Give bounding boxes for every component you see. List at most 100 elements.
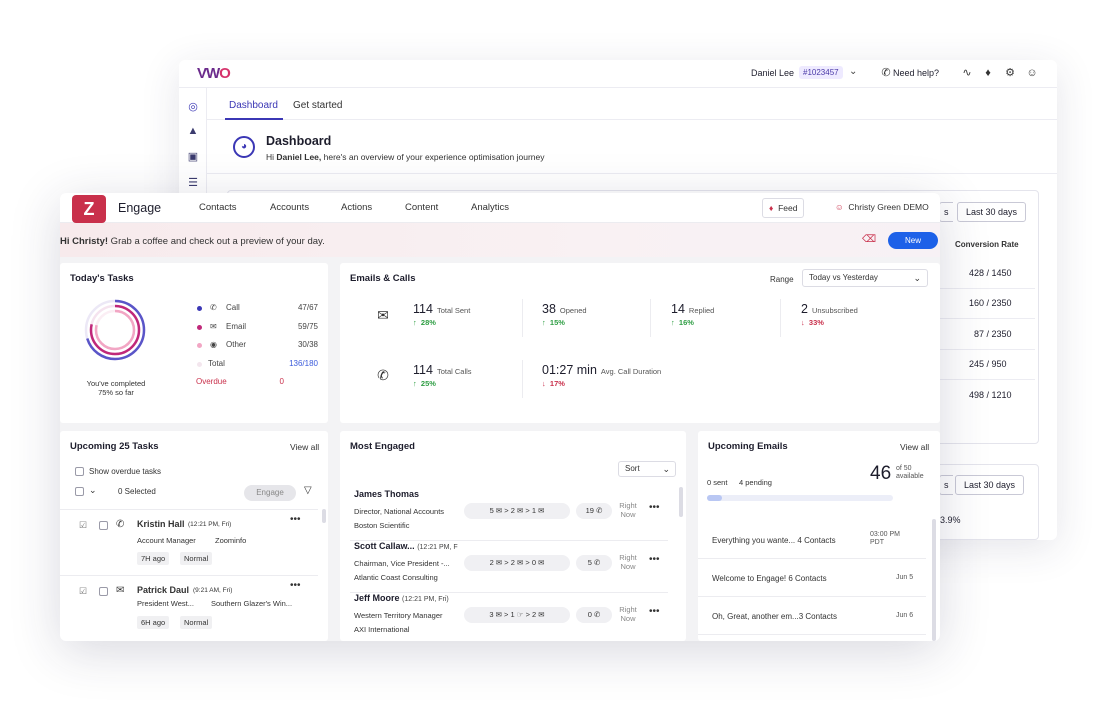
more-options-icon[interactable]: •••	[649, 554, 660, 565]
task-contact-role: President West...	[137, 599, 194, 608]
vwo-logo[interactable]: VWO	[197, 65, 231, 82]
engage-logo[interactable]: Z	[72, 195, 106, 223]
activity-icon[interactable]: ∿	[960, 66, 974, 80]
cursor-select-icon[interactable]: ▣	[186, 150, 200, 164]
email-subject[interactable]: Welcome to Engage! 6 Contacts	[712, 574, 827, 583]
tab-dashboard[interactable]: Dashboard	[229, 100, 278, 111]
clear-icon[interactable]: ⌫	[862, 234, 876, 245]
task-checkbox[interactable]	[99, 521, 108, 530]
new-button[interactable]: New	[888, 232, 938, 249]
task-type-value[interactable]: 136/180	[289, 359, 318, 368]
last-activity: Right Now	[619, 605, 637, 623]
available-emails-caption: of 50 available	[896, 465, 924, 480]
email-subject[interactable]: Oh, Great, another em...3 Contacts	[712, 612, 837, 621]
nav-contacts[interactable]: Contacts	[199, 202, 237, 213]
tab-get-started[interactable]: Get started	[293, 100, 342, 111]
task-type-email: ✉ Email 59/75	[194, 322, 318, 334]
scheduled-email-row[interactable]: Oh, Great, another em...3 Contacts Jun 6	[698, 597, 926, 635]
view-all-tasks-link[interactable]: View all	[290, 442, 319, 452]
more-options-icon[interactable]: •••	[290, 514, 301, 525]
contact-name[interactable]: Jeff Moore (12:21 PM, Fri)	[354, 593, 449, 603]
task-item[interactable]: ☑ ✆ Kristin Hall (12:21 PM, Fri) ••• Acc…	[60, 509, 318, 575]
sort-dropdown[interactable]: Sort ⌄	[618, 461, 676, 477]
show-overdue-checkbox[interactable]	[75, 467, 84, 476]
more-options-icon[interactable]: •••	[649, 502, 660, 513]
nav-content[interactable]: Content	[405, 202, 438, 213]
task-contact-role: Account Manager	[137, 536, 196, 545]
engaged-contact-row[interactable]: James Thomas Director, National Accounts…	[350, 489, 668, 541]
database-icon[interactable]: ☰	[186, 176, 200, 190]
nav-analytics[interactable]: Analytics	[471, 202, 509, 213]
task-item[interactable]: ☑ ✉ Patrick Daul (9:21 AM, Fri) ••• Pres…	[60, 575, 318, 641]
range-last-30-days[interactable]: Last 30 days	[955, 475, 1025, 495]
greeting-banner: Hi Christy! Grab a coffee and check out …	[60, 223, 940, 257]
range-last-30-days[interactable]: Last 30 days	[957, 202, 1027, 222]
nav-accounts[interactable]: Accounts	[270, 202, 309, 213]
more-options-icon[interactable]: •••	[290, 580, 301, 591]
filter-icon[interactable]: ▽	[304, 485, 312, 496]
task-checkbox[interactable]	[99, 587, 108, 596]
metric-label: Avg. Call Duration	[600, 367, 662, 376]
contact-name[interactable]: James Thomas	[354, 489, 419, 499]
row-divider	[939, 349, 1035, 350]
range-segment-previous[interactable]: s	[939, 475, 953, 495]
most-engaged-card: Most Engaged Sort ⌄ James Thomas Director…	[340, 431, 686, 641]
task-contact-name[interactable]: Patrick Daul	[137, 585, 189, 595]
feed-label: Feed	[778, 203, 798, 213]
engaged-contact-row[interactable]: Scott Callaw... (12:21 PM, F Chairman, V…	[350, 541, 668, 593]
upcoming-tasks-card: Upcoming 25 Tasks View all Show overdue …	[60, 431, 328, 641]
emails-calls-card: Emails & Calls Range Today vs Yesterday ⌄…	[340, 263, 940, 423]
bell-icon[interactable]: ♦	[981, 66, 995, 80]
legend-dot	[197, 306, 202, 311]
call-count: 0 ✆	[576, 607, 612, 623]
task-type-value: 59/75	[297, 322, 318, 331]
vwo-user-name[interactable]: Daniel Lee	[751, 68, 794, 78]
select-all-checkbox[interactable]	[75, 487, 84, 496]
scheduled-email-row[interactable]: Welcome to Engage! 6 Contacts Jun 5	[698, 559, 926, 597]
task-time: (12:21 PM, Fri)	[188, 521, 232, 528]
scrollbar-thumb[interactable]	[679, 487, 683, 517]
task-contact-name[interactable]: Kristin Hall	[137, 519, 185, 529]
feed-button[interactable]: ♦ Feed	[762, 198, 805, 218]
conversion-value: 87 / 2350	[974, 329, 1012, 339]
check-circle-icon[interactable]: ☑	[79, 586, 87, 597]
check-circle-icon[interactable]: ☑	[79, 520, 87, 531]
user-menu[interactable]: ☺ Christy Green DEMO	[835, 202, 929, 212]
last-activity: Right Now	[619, 501, 637, 519]
email-subject[interactable]: Everything you wante... 4 Contacts	[712, 536, 836, 545]
legend-dot	[197, 325, 202, 330]
metric-value: 114	[413, 363, 433, 377]
chevron-down-icon[interactable]: ⌄	[849, 66, 857, 77]
view-all-emails-link[interactable]: View all	[900, 442, 929, 452]
vwo-account-id-badge[interactable]: #1023457	[799, 66, 843, 79]
phone-icon: ✆	[116, 519, 125, 530]
gear-icon[interactable]: ⚙	[1003, 66, 1017, 80]
range-segment-previous[interactable]: s	[939, 202, 953, 222]
range-select[interactable]: Today vs Yesterday ⌄	[802, 269, 928, 287]
metric-change-up: ↑ 25%	[413, 379, 436, 388]
vwo-dashboard-header: ◕ Dashboard Hi Daniel Lee, here's an ove…	[207, 120, 1057, 174]
dashboard-gauge-icon[interactable]: ◎	[186, 100, 200, 114]
phone-call-icon: ✆	[377, 367, 389, 383]
scheduled-email-row[interactable]: Everything you wante... 4 Contacts 03:00…	[698, 521, 926, 559]
contact-name[interactable]: Scott Callaw... (12:21 PM, F	[354, 541, 458, 551]
metric-change-up: ↑ 15%	[542, 318, 565, 327]
more-options-icon[interactable]: •••	[649, 606, 660, 617]
engage-button[interactable]: Engage	[244, 485, 296, 501]
envelope-icon: ✉	[116, 585, 125, 596]
selected-count: 0 Selected	[118, 487, 156, 496]
chevron-down-icon[interactable]: ⌄	[89, 485, 97, 496]
metric-replied: 14 Replied ↑ 16%	[671, 300, 714, 327]
nav-actions[interactable]: Actions	[341, 202, 372, 213]
divider	[522, 360, 523, 398]
scrollbar-thumb[interactable]	[932, 519, 936, 641]
email-schedule: 03:00 PM PDT	[870, 531, 900, 546]
completion-percent: 75% so far	[98, 388, 134, 397]
envelope-icon: ✉	[210, 322, 217, 331]
scrollbar-thumb[interactable]	[322, 509, 326, 523]
row-divider	[939, 318, 1035, 319]
need-help-link[interactable]: Need help?	[893, 68, 939, 78]
flask-icon[interactable]: ▲	[186, 124, 200, 138]
engaged-contact-row[interactable]: Jeff Moore (12:21 PM, Fri) Western Terri…	[350, 593, 668, 641]
user-profile-icon[interactable]: ☺	[1025, 66, 1039, 80]
